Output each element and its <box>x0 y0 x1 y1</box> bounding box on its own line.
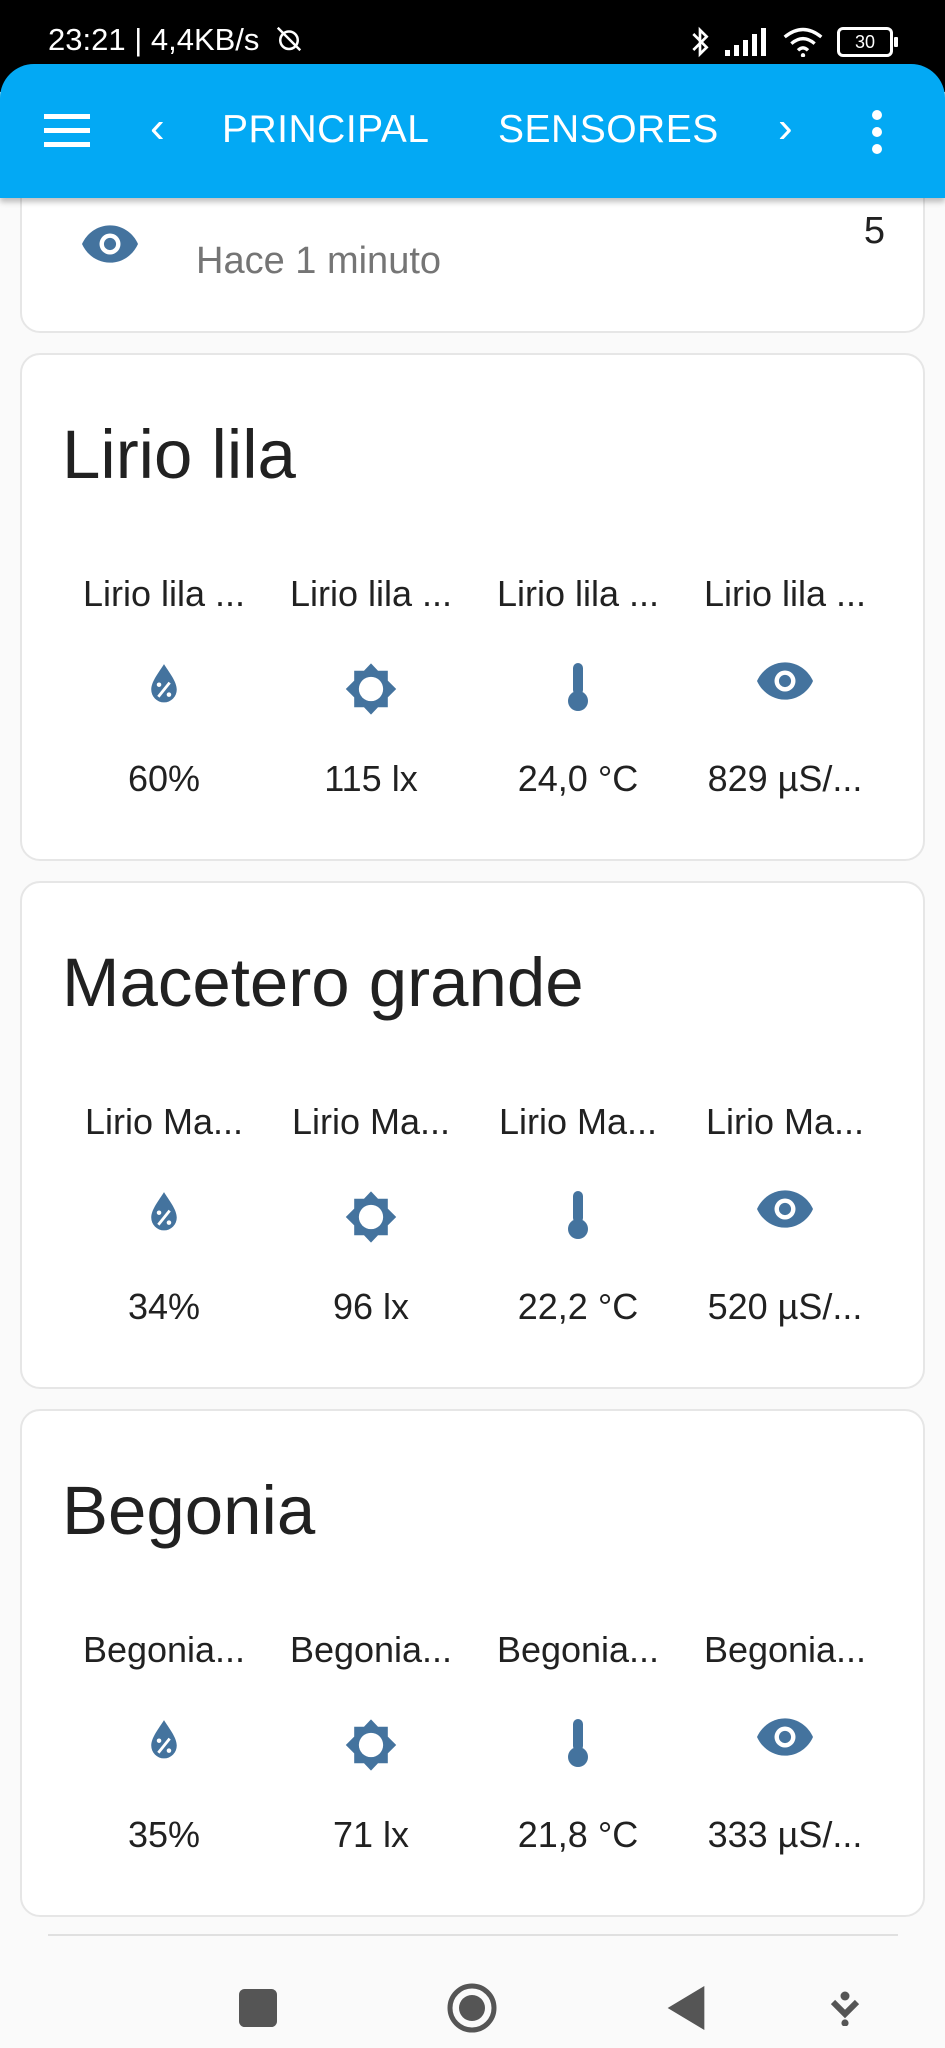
water-percent-icon <box>64 661 264 711</box>
tab-principal[interactable]: PRINCIPAL <box>222 108 430 152</box>
alarm-off-icon <box>276 26 302 52</box>
brightness-icon <box>271 1189 471 1243</box>
entity-value: 24,0 °C <box>517 758 639 799</box>
menu-icon[interactable] <box>44 114 90 148</box>
chevron-left-icon[interactable]: ‹ <box>150 106 165 150</box>
entity-name: Begonia... <box>289 1629 453 1670</box>
battery-icon: 30 <box>837 27 898 57</box>
thermometer-icon <box>478 1717 678 1767</box>
thermometer-icon <box>478 1189 678 1239</box>
divider <box>48 1934 898 1936</box>
entity-value: 71 lx <box>332 1814 410 1855</box>
signal-icon <box>725 28 766 56</box>
entity-moisture[interactable]: Lirio Ma... 34% <box>64 1101 264 1327</box>
eye-icon <box>685 1717 885 1767</box>
wifi-icon <box>783 27 823 57</box>
entity-conductivity[interactable]: Lirio Ma... 520 µS/... <box>685 1101 885 1327</box>
entity-name: Lirio lila ... <box>703 573 867 614</box>
entity-name: Lirio lila ... <box>82 573 246 614</box>
status-time-speed: 23:21 | 4,4KB/s <box>48 22 306 58</box>
tab-sensores[interactable]: SENSORES <box>498 108 719 152</box>
entity-moisture[interactable]: Lirio lila ... 60% <box>64 573 264 799</box>
entity-value: 96 lx <box>332 1286 410 1327</box>
plant-card-lirio-lila: Lirio lila Lirio lila ... 60% Lirio lila… <box>20 353 925 861</box>
brightness-icon <box>271 1717 471 1771</box>
plant-card-begonia: Begonia Begonia... 35% Begonia... 71 lx … <box>20 1409 925 1917</box>
water-percent-icon <box>64 1189 264 1239</box>
entity-temperature[interactable]: Lirio Ma... 22,2 °C <box>478 1101 678 1327</box>
entity-value: 21,8 °C <box>517 1814 639 1855</box>
entity-value: 829 µS/... <box>707 758 863 799</box>
entity-temperature[interactable]: Lirio lila ... 24,0 °C <box>478 573 678 799</box>
entity-temperature[interactable]: Begonia... 21,8 °C <box>478 1629 678 1855</box>
entity-name: Lirio lila ... <box>496 573 660 614</box>
entity-name: Lirio lila ... <box>289 573 453 614</box>
status-time-speed-text: 23:21 | 4,4KB/s <box>48 22 260 57</box>
entity-conductivity[interactable]: Lirio lila ... 829 µS/... <box>685 573 885 799</box>
back-button-icon[interactable] <box>667 1986 705 2030</box>
entity-value: 115 lx <box>324 758 418 799</box>
last-updated-text: Hace 1 minuto <box>196 240 442 282</box>
eye-icon <box>82 225 138 263</box>
entity-value: 520 µS/... <box>707 1286 863 1327</box>
entity-value: 34% <box>127 1286 201 1327</box>
chevron-right-icon[interactable]: › <box>778 106 793 150</box>
entity-conductivity[interactable]: Begonia... 333 µS/... <box>685 1629 885 1855</box>
status-icons: 30 <box>689 22 898 62</box>
recents-button-icon[interactable] <box>239 1989 277 2027</box>
entity-value: 60% <box>127 758 201 799</box>
entity-value: 22,2 °C <box>517 1286 639 1327</box>
entity-name: Lirio Ma... <box>84 1101 244 1142</box>
home-button-icon[interactable] <box>446 1982 498 2034</box>
app-bar: ‹ PRINCIPAL SENSORES › <box>0 64 945 198</box>
chevron-down-icon[interactable] <box>830 1990 860 2026</box>
card-title: Begonia <box>62 1472 316 1549</box>
more-vert-icon[interactable] <box>872 110 884 161</box>
entity-value: 35% <box>127 1814 201 1855</box>
entity-illuminance[interactable]: Lirio Ma... 96 lx <box>271 1101 471 1327</box>
entity-illuminance[interactable]: Begonia... 71 lx <box>271 1629 471 1855</box>
system-nav-bar <box>0 1930 945 2048</box>
thermometer-icon <box>478 661 678 711</box>
bluetooth-icon <box>692 26 709 58</box>
card-title: Lirio lila <box>62 416 296 493</box>
entity-value: 333 µS/... <box>707 1814 863 1855</box>
eye-icon <box>685 1189 885 1239</box>
entity-name: Begonia... <box>496 1629 660 1670</box>
entity-name: Begonia... <box>82 1629 246 1670</box>
eye-icon <box>685 661 885 711</box>
water-percent-icon <box>64 1717 264 1767</box>
top-card-value: 5 <box>863 210 885 252</box>
battery-level: 30 <box>854 31 876 52</box>
entity-name: Lirio Ma... <box>498 1101 658 1142</box>
entity-illuminance[interactable]: Lirio lila ... 115 lx <box>271 573 471 799</box>
plant-card-macetero-grande: Macetero grande Lirio Ma... 34% Lirio Ma… <box>20 881 925 1389</box>
brightness-icon <box>271 661 471 715</box>
entity-name: Lirio Ma... <box>705 1101 865 1142</box>
entity-name: Lirio Ma... <box>291 1101 451 1142</box>
card-title: Macetero grande <box>62 944 584 1021</box>
entity-name: Begonia... <box>703 1629 867 1670</box>
entity-moisture[interactable]: Begonia... 35% <box>64 1629 264 1855</box>
